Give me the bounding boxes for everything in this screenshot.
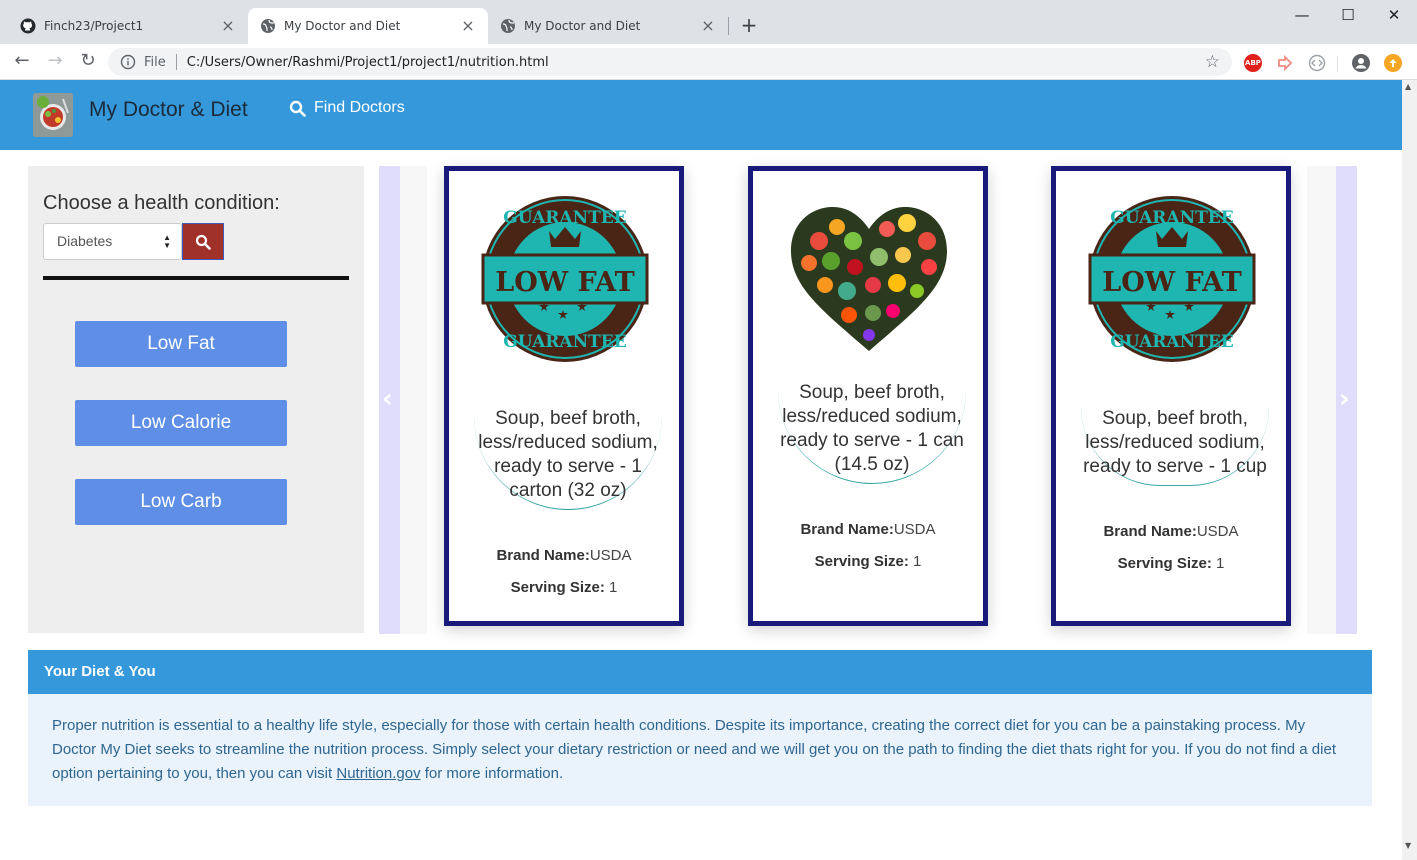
browser-tab-github[interactable]: Finch23/Project1 × bbox=[8, 8, 248, 44]
info-icon[interactable] bbox=[120, 54, 136, 70]
brand-name-value: USDA bbox=[1196, 523, 1239, 540]
serving-size-line: Serving Size: 1 bbox=[449, 579, 679, 596]
browser-tab-active[interactable]: My Doctor and Diet × bbox=[248, 8, 488, 44]
tab-title: My Doctor and Diet bbox=[524, 19, 641, 33]
brand-logo[interactable] bbox=[33, 93, 73, 137]
divider bbox=[43, 276, 349, 280]
brand-name-line: Brand Name:USDA bbox=[753, 521, 983, 538]
food-description: Soup, beef broth, less/reduced sodium, r… bbox=[478, 408, 658, 501]
brand-name-value: USDA bbox=[589, 547, 632, 564]
food-description: Soup, beef broth, less/reduced sodium, r… bbox=[780, 382, 964, 475]
diet-panel-text-end: for more information. bbox=[420, 765, 564, 782]
search-icon bbox=[195, 234, 211, 250]
update-arrow-icon[interactable] bbox=[1384, 54, 1402, 72]
search-icon bbox=[289, 100, 306, 117]
food-card[interactable]: GUARANTEE LOW FAT GUARANTEE Soup, beef b… bbox=[444, 166, 684, 626]
url-scheme: File bbox=[144, 54, 166, 70]
carousel-next-button[interactable]: › bbox=[1339, 384, 1350, 414]
carousel-prev-button[interactable]: ‹ bbox=[382, 384, 393, 414]
extension-arrow-icon[interactable] bbox=[1276, 54, 1294, 72]
page: My Doctor & Diet Find Doctors Choose a h… bbox=[0, 80, 1402, 860]
browser-tab-third[interactable]: My Doctor and Diet × bbox=[488, 8, 728, 44]
low-calorie-button[interactable]: Low Calorie bbox=[75, 400, 287, 446]
forward-button[interactable]: → bbox=[43, 50, 67, 74]
brand-name-line: Brand Name:USDA bbox=[449, 547, 679, 564]
diet-panel-title: Your Diet & You bbox=[28, 650, 1372, 694]
abp-icon[interactable]: ABP bbox=[1244, 54, 1262, 72]
scroll-down-icon[interactable]: ▼ bbox=[1405, 841, 1411, 850]
close-icon[interactable]: × bbox=[700, 18, 716, 34]
back-button[interactable]: ← bbox=[10, 50, 34, 74]
serving-size-label: Serving Size: bbox=[1117, 555, 1212, 572]
browser-tab-bar: Finch23/Project1 × My Doctor and Diet × … bbox=[0, 0, 1417, 44]
badge-bottom-text: GUARANTEE bbox=[1110, 332, 1233, 352]
serving-size-value: 1 bbox=[913, 553, 922, 570]
serving-size-value: 1 bbox=[1216, 555, 1225, 572]
badge-bottom-text: GUARANTEE bbox=[503, 332, 626, 352]
serving-size-value: 1 bbox=[609, 579, 618, 596]
brand-name-value: USDA bbox=[893, 521, 936, 538]
nutrition-gov-link[interactable]: Nutrition.gov bbox=[336, 765, 420, 782]
brand-name-line: Brand Name:USDA bbox=[1056, 523, 1286, 540]
condition-select-value: Diabetes bbox=[57, 233, 113, 249]
url-text: C:/Users/Owner/Rashmi/Project1/project1/… bbox=[186, 54, 549, 70]
github-icon bbox=[20, 18, 36, 34]
serving-size-line: Serving Size: 1 bbox=[1056, 555, 1286, 572]
find-doctors-label: Find Doctors bbox=[314, 99, 405, 116]
food-description: Soup, beef broth, less/reduced sodium, r… bbox=[1083, 408, 1267, 477]
serving-size-label: Serving Size: bbox=[814, 553, 909, 570]
badge-top-text: GUARANTEE bbox=[503, 208, 626, 228]
low-fat-badge-image: GUARANTEE LOW FAT GUARANTEE bbox=[479, 179, 651, 371]
serving-size-line: Serving Size: 1 bbox=[753, 553, 983, 570]
find-doctors-link[interactable]: Find Doctors bbox=[289, 99, 405, 117]
condition-sidebar: Choose a health condition: Diabetes ▲ ▼ L… bbox=[28, 166, 364, 633]
badge-middle-text: LOW FAT bbox=[495, 267, 634, 298]
food-card[interactable]: Soup, beef broth, less/reduced sodium, r… bbox=[748, 166, 988, 626]
reload-button[interactable]: ↻ bbox=[76, 50, 100, 74]
select-arrows-icon: ▲ ▼ bbox=[163, 233, 171, 250]
scroll-up-icon[interactable]: ▲ bbox=[1405, 82, 1411, 91]
close-icon[interactable]: × bbox=[460, 18, 476, 34]
site-navbar: My Doctor & Diet Find Doctors bbox=[0, 80, 1402, 150]
new-tab-button[interactable]: + bbox=[738, 15, 760, 37]
profile-avatar-icon[interactable] bbox=[1352, 54, 1370, 72]
close-window-button[interactable]: ✕ bbox=[1371, 4, 1417, 28]
tab-title: Finch23/Project1 bbox=[44, 19, 144, 33]
food-description-wrap: Soup, beef broth, less/reduced sodium, r… bbox=[1081, 407, 1269, 486]
fruit-heart-image bbox=[783, 179, 955, 371]
brand-name-label: Brand Name: bbox=[1103, 523, 1197, 540]
bookmark-star-icon[interactable]: ☆ bbox=[1205, 52, 1220, 72]
badge-top-text: GUARANTEE bbox=[1110, 208, 1233, 228]
browser-toolbar: ← → ↻ File C:/Users/Owner/Rashmi/Project… bbox=[0, 44, 1417, 80]
serving-size-label: Serving Size: bbox=[510, 579, 605, 596]
diet-info-panel: Your Diet & You Proper nutrition is esse… bbox=[28, 650, 1372, 806]
condition-heading: Choose a health condition: bbox=[43, 192, 280, 214]
close-icon[interactable]: × bbox=[220, 18, 236, 34]
food-description-wrap: Soup, beef broth, less/reduced sodium, r… bbox=[778, 381, 966, 484]
maximize-button[interactable]: ☐ bbox=[1325, 4, 1371, 28]
condition-select[interactable]: Diabetes ▲ ▼ bbox=[43, 223, 182, 260]
low-fat-badge-image: GUARANTEE LOW FAT GUARANTEE bbox=[1086, 179, 1258, 371]
food-description-wrap: Soup, beef broth, less/reduced sodium, r… bbox=[474, 407, 662, 510]
globe-icon bbox=[260, 18, 276, 34]
tab-title: My Doctor and Diet bbox=[284, 19, 401, 33]
diet-panel-text: Proper nutrition is essential to a healt… bbox=[52, 717, 1336, 782]
condition-search-button[interactable] bbox=[182, 223, 224, 260]
brand-name[interactable]: My Doctor & Diet bbox=[89, 98, 248, 122]
badge-middle-text: LOW FAT bbox=[1102, 267, 1241, 298]
minimize-button[interactable]: — bbox=[1279, 4, 1325, 28]
extension-code-icon[interactable] bbox=[1308, 54, 1326, 72]
diet-panel-body: Proper nutrition is essential to a healt… bbox=[52, 714, 1342, 786]
divider bbox=[1337, 56, 1338, 72]
globe-icon bbox=[500, 18, 516, 34]
tab-separator bbox=[728, 17, 729, 35]
food-card[interactable]: GUARANTEE LOW FAT GUARANTEE Soup, beef b… bbox=[1051, 166, 1291, 626]
low-carb-button[interactable]: Low Carb bbox=[75, 479, 287, 525]
brand-name-label: Brand Name: bbox=[496, 547, 590, 564]
address-bar[interactable]: File C:/Users/Owner/Rashmi/Project1/proj… bbox=[108, 48, 1232, 76]
low-fat-button[interactable]: Low Fat bbox=[75, 321, 287, 367]
brand-name-label: Brand Name: bbox=[800, 521, 894, 538]
divider bbox=[175, 54, 177, 70]
page-scrollbar[interactable]: ▲ ▼ bbox=[1402, 80, 1417, 860]
